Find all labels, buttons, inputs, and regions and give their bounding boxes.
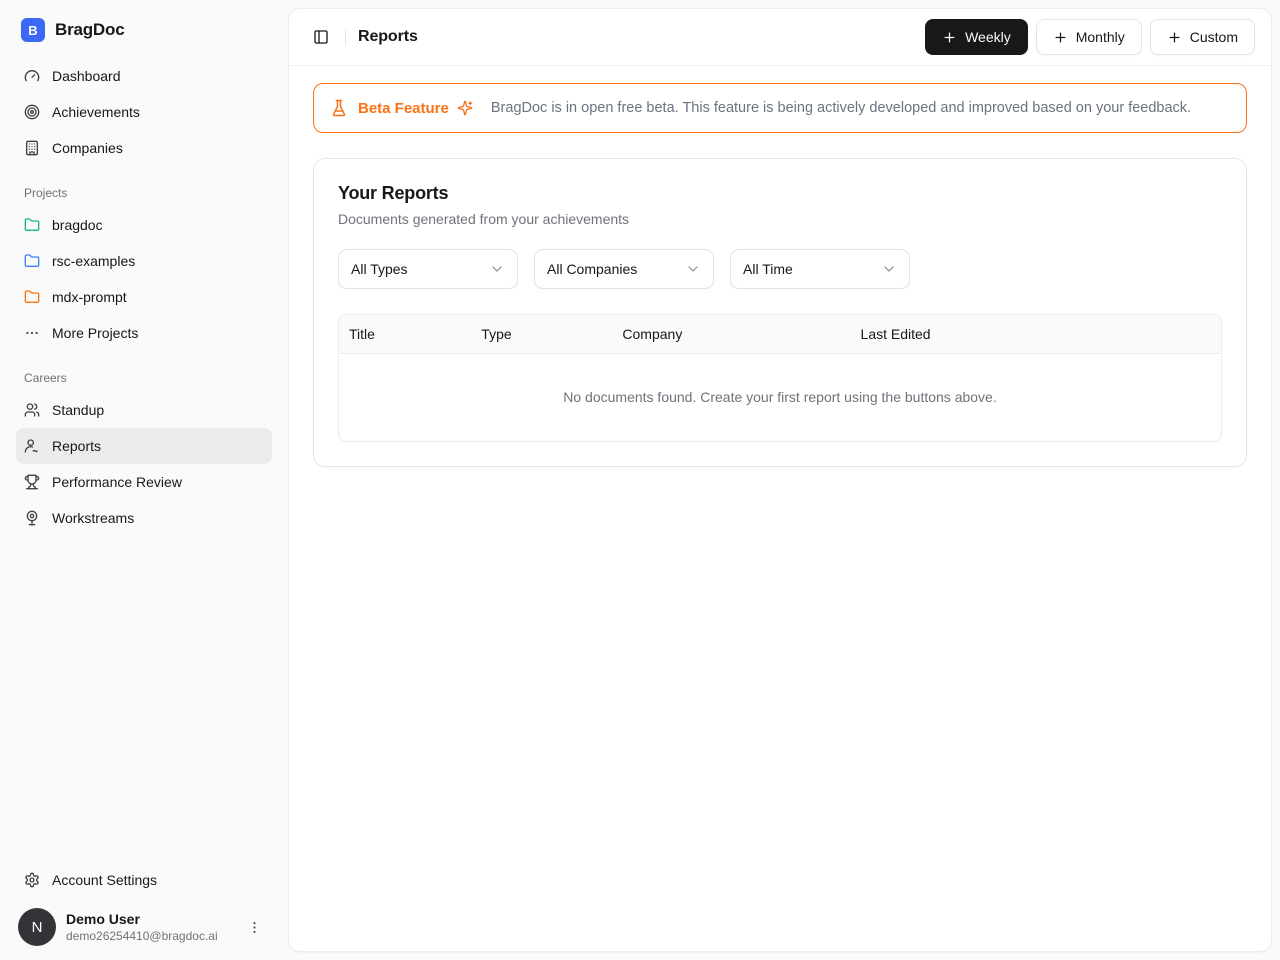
type-filter-select[interactable]: All Types — [338, 249, 518, 289]
sidebar-item-reports[interactable]: Reports — [16, 428, 272, 464]
folder-icon — [24, 289, 40, 305]
sidebar-item-more-projects[interactable]: More Projects — [16, 315, 272, 351]
select-value: All Companies — [547, 261, 637, 277]
user-email: demo26254410@bragdoc.ai — [66, 929, 218, 943]
careers-section-label: Careers — [16, 371, 272, 385]
sidebar-item-project-bragdoc[interactable]: bragdoc — [16, 207, 272, 243]
sidebar-nav: Dashboard Achievements Companies — [16, 58, 272, 166]
chevron-down-icon — [881, 261, 897, 277]
reports-table: Title Type Company Last Edited No docume… — [338, 314, 1222, 442]
empty-state-row: No documents found. Create your first re… — [339, 353, 1221, 441]
sidebar-item-companies[interactable]: Companies — [16, 130, 272, 166]
sidebar-item-label: Account Settings — [52, 872, 157, 888]
sidebar-item-workstreams[interactable]: Workstreams — [16, 500, 272, 536]
gear-icon — [24, 872, 40, 888]
ellipsis-icon — [24, 325, 40, 341]
column-header-company: Company — [612, 315, 850, 353]
time-filter-select[interactable]: All Time — [730, 249, 910, 289]
app-logo-icon: B — [21, 18, 45, 42]
sidebar-item-label: mdx-prompt — [52, 289, 127, 305]
sidebar-item-standup[interactable]: Standup — [16, 392, 272, 428]
webcam-icon — [24, 510, 40, 526]
select-value: All Time — [743, 261, 793, 277]
main-panel: Reports Weekly Monthly Custom — [288, 8, 1272, 952]
gauge-icon — [24, 68, 40, 84]
sidebar-item-label: Reports — [52, 438, 101, 454]
main-content: Beta Feature BragDoc is in open free bet… — [289, 66, 1271, 484]
user-menu[interactable]: N Demo User demo26254410@bragdoc.ai — [16, 898, 272, 946]
sidebar-item-account-settings[interactable]: Account Settings — [16, 862, 272, 898]
create-monthly-report-button[interactable]: Monthly — [1036, 19, 1142, 55]
create-custom-report-button[interactable]: Custom — [1150, 19, 1255, 55]
users-icon — [24, 402, 40, 418]
column-header-title: Title — [339, 315, 471, 353]
header-divider — [345, 29, 346, 45]
plus-icon — [1167, 30, 1182, 45]
chevron-down-icon — [489, 261, 505, 277]
column-header-type: Type — [471, 315, 612, 353]
sidebar-item-project-rsc-examples[interactable]: rsc-examples — [16, 243, 272, 279]
sidebar-item-achievements[interactable]: Achievements — [16, 94, 272, 130]
beta-badge-label: Beta Feature — [358, 100, 449, 117]
sidebar-item-label: rsc-examples — [52, 253, 135, 269]
sidebar-toggle-button[interactable] — [305, 21, 337, 53]
sidebar-item-dashboard[interactable]: Dashboard — [16, 58, 272, 94]
plus-icon — [1053, 30, 1068, 45]
user-name: Demo User — [66, 911, 218, 927]
sidebar-item-label: More Projects — [52, 325, 138, 341]
sidebar-item-label: Standup — [52, 402, 104, 418]
select-value: All Types — [351, 261, 408, 277]
sidebar-item-label: Dashboard — [52, 68, 121, 84]
sidebar-item-label: Performance Review — [52, 474, 182, 490]
table-header-row: Title Type Company Last Edited — [339, 315, 1221, 353]
column-header-last-edited: Last Edited — [851, 315, 1221, 353]
sidebar-item-performance-review[interactable]: Performance Review — [16, 464, 272, 500]
sparkles-icon — [457, 100, 473, 116]
folder-icon — [24, 253, 40, 269]
page-title: Reports — [358, 28, 418, 46]
beta-banner-message: BragDoc is in open free beta. This featu… — [491, 100, 1191, 116]
building-icon — [24, 140, 40, 156]
target-icon — [24, 104, 40, 120]
sidebar-item-project-mdx-prompt[interactable]: mdx-prompt — [16, 279, 272, 315]
sidebar-item-label: Companies — [52, 140, 123, 156]
sidebar-item-label: bragdoc — [52, 217, 103, 233]
main-header: Reports Weekly Monthly Custom — [289, 9, 1271, 66]
projects-section-label: Projects — [16, 186, 272, 200]
header-actions: Weekly Monthly Custom — [925, 19, 1255, 55]
button-label: Weekly — [965, 29, 1011, 45]
panel-left-icon — [313, 29, 329, 45]
user-meta: Demo User demo26254410@bragdoc.ai — [66, 911, 218, 943]
chevron-down-icon — [685, 261, 701, 277]
flask-icon — [330, 99, 348, 117]
company-filter-select[interactable]: All Companies — [534, 249, 714, 289]
sidebar-item-label: Workstreams — [52, 510, 134, 526]
card-title: Your Reports — [338, 183, 1222, 204]
card-subtitle: Documents generated from your achievemen… — [338, 211, 1222, 227]
projects-list: bragdoc rsc-examples mdx-prompt More Pro… — [16, 207, 272, 351]
plus-icon — [942, 30, 957, 45]
report-filters: All Types All Companies All Time — [338, 249, 1222, 289]
create-weekly-report-button[interactable]: Weekly — [925, 19, 1028, 55]
your-reports-card: Your Reports Documents generated from yo… — [313, 158, 1247, 467]
careers-list: Standup Reports Performance Review Works… — [16, 392, 272, 536]
button-label: Custom — [1190, 29, 1238, 45]
trophy-icon — [24, 474, 40, 490]
avatar: N — [18, 908, 56, 946]
empty-state-message: No documents found. Create your first re… — [339, 353, 1221, 441]
sidebar-footer: Account Settings N Demo User demo2625441… — [16, 862, 272, 946]
sidebar-item-label: Achievements — [52, 104, 140, 120]
app-logo: B BragDoc — [16, 16, 272, 58]
beta-feature-banner: Beta Feature BragDoc is in open free bet… — [313, 83, 1247, 133]
folder-icon — [24, 217, 40, 233]
button-label: Monthly — [1076, 29, 1125, 45]
kebab-menu-icon[interactable] — [241, 914, 268, 941]
app-name: BragDoc — [55, 20, 124, 40]
sidebar: B BragDoc Dashboard Achievements Compani… — [0, 0, 288, 960]
user-report-icon — [24, 438, 40, 454]
